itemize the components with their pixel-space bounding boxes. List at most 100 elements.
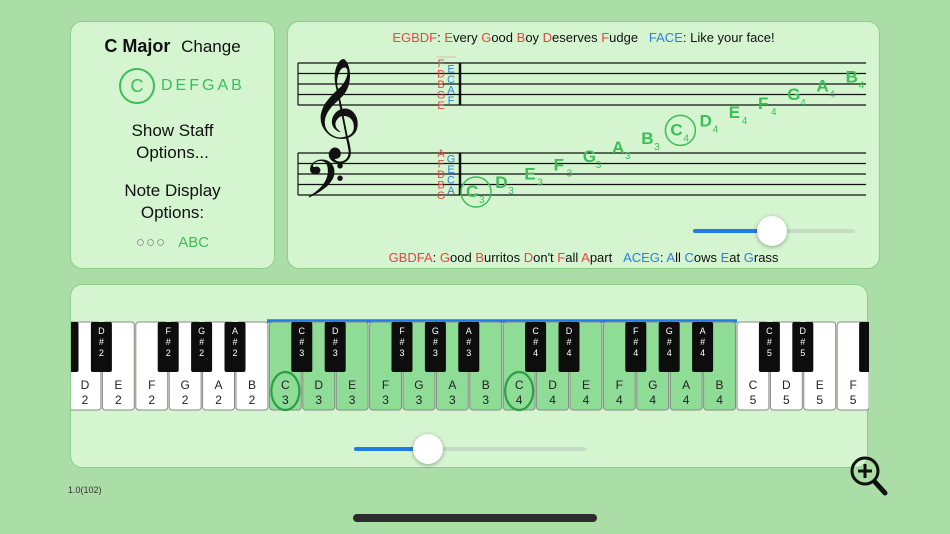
- black-key[interactable]: C#3: [291, 322, 313, 372]
- white-key-note: G: [180, 378, 189, 392]
- black-key-label: 4: [667, 348, 672, 358]
- white-key-octave: 4: [716, 393, 723, 407]
- black-key[interactable]: [71, 322, 79, 372]
- white-key-octave: 3: [449, 393, 456, 407]
- display-option-dots[interactable]: ○○○: [136, 234, 166, 251]
- key-name: C Major: [104, 36, 171, 56]
- note-display-line2: Options:: [140, 203, 205, 222]
- black-key-label: #: [433, 337, 438, 347]
- white-key-note: E: [582, 378, 590, 392]
- staff-note[interactable]: C3: [460, 176, 492, 208]
- scale-rest-notes: DEFGAB: [161, 77, 245, 94]
- staff-note-name: B: [846, 68, 858, 87]
- white-key-octave: 2: [82, 393, 89, 407]
- staff-note[interactable]: G3: [583, 147, 602, 171]
- white-key-octave: 4: [549, 393, 556, 407]
- piano-keyboard[interactable]: D2E2F2G2A2B2C3D3E3F3G3A3B3C4D4E4F4G4A4B4…: [71, 285, 869, 469]
- black-key[interactable]: C#5: [758, 322, 780, 372]
- black-key[interactable]: [859, 322, 869, 372]
- staff-note[interactable]: D3: [495, 173, 514, 197]
- black-key-label: #: [633, 337, 638, 347]
- black-key-label: A: [232, 326, 238, 336]
- white-key-note: F: [616, 378, 623, 392]
- white-key-note: C: [749, 378, 758, 392]
- black-key[interactable]: D#4: [558, 322, 580, 372]
- black-key[interactable]: A#3: [458, 322, 480, 372]
- treble-space-letter: F: [448, 95, 455, 107]
- bass-line-letter: G: [437, 190, 446, 202]
- note-display-line1: Note Display: [124, 181, 221, 200]
- white-key-note: F: [849, 378, 856, 392]
- bass-spaces-label: ACEG: [623, 250, 660, 265]
- staff-note-name: D: [495, 173, 507, 192]
- treble-line-letter: E: [437, 100, 444, 112]
- black-key[interactable]: G#3: [424, 322, 446, 372]
- black-key-label: 3: [333, 348, 338, 358]
- staff-note[interactable]: C4: [664, 114, 697, 147]
- black-key-label: 2: [166, 348, 171, 358]
- mnemonic-word-part: part: [589, 250, 613, 265]
- staff-scroll-slider[interactable]: [693, 216, 855, 246]
- version-label: 1.0(102): [68, 485, 102, 495]
- staff-note-name: G: [787, 85, 800, 104]
- black-key-label: G: [666, 326, 673, 336]
- white-key-octave: 2: [148, 393, 155, 407]
- white-key-octave: 3: [315, 393, 322, 407]
- white-key-octave: 3: [382, 393, 389, 407]
- staff-note-octave: 4: [800, 98, 806, 109]
- black-key-label: F: [399, 326, 405, 336]
- black-key[interactable]: A#4: [692, 322, 714, 372]
- staff-note-name: F: [554, 156, 564, 175]
- black-key-label: 3: [433, 348, 438, 358]
- display-option-abc[interactable]: ABC: [178, 234, 209, 251]
- staff-note-name: A: [816, 76, 828, 95]
- staff-note[interactable]: A3: [612, 138, 631, 162]
- white-key-octave: 2: [182, 393, 189, 407]
- black-key-label: 4: [633, 348, 638, 358]
- black-key[interactable]: D#3: [324, 322, 346, 372]
- black-key-label: 5: [767, 348, 772, 358]
- black-key[interactable]: G#2: [191, 322, 213, 372]
- white-key-note: G: [648, 378, 657, 392]
- black-key[interactable]: D#2: [90, 322, 112, 372]
- piano-scroll-slider[interactable]: [354, 434, 586, 464]
- black-key-label: 3: [466, 348, 471, 358]
- white-key-octave: 2: [115, 393, 122, 407]
- home-indicator[interactable]: [353, 514, 597, 522]
- black-key-label: #: [166, 337, 171, 347]
- black-key[interactable]: F#4: [625, 322, 647, 372]
- white-key-octave: 2: [249, 393, 256, 407]
- black-key-label: 4: [533, 348, 538, 358]
- staff-note[interactable]: A4: [816, 76, 835, 100]
- black-key[interactable]: G#4: [658, 322, 680, 372]
- white-key-note: B: [716, 378, 724, 392]
- staff-note[interactable]: B4: [846, 68, 865, 92]
- scale-notes: C DEFGAB: [119, 67, 245, 105]
- key-panel: C Major Change C DEFGAB Show Staff Optio…: [70, 21, 275, 269]
- black-key[interactable]: F#3: [391, 322, 413, 372]
- mnemonic-word-part: urritos: [483, 250, 524, 265]
- treble-clef-icon: 𝄞: [310, 56, 362, 164]
- staff-note[interactable]: D4: [700, 112, 719, 136]
- staff-note[interactable]: B3: [641, 129, 660, 153]
- staff-note[interactable]: E4: [729, 103, 748, 127]
- black-key-label: D: [98, 326, 105, 336]
- mnemonic-word-part: E: [720, 250, 730, 265]
- staff-note-name: A: [612, 138, 624, 157]
- black-key[interactable]: D#5: [792, 322, 814, 372]
- black-key[interactable]: A#2: [224, 322, 246, 372]
- staff-note-octave: 3: [625, 151, 631, 162]
- staff-note[interactable]: F3: [554, 156, 573, 180]
- mnemonic-word-part: B: [475, 250, 484, 265]
- black-key-label: #: [466, 337, 471, 347]
- staff-note[interactable]: F4: [758, 94, 777, 118]
- zoom-in-icon[interactable]: [849, 455, 889, 497]
- show-staff-options-button[interactable]: Show Staff Options...: [71, 120, 274, 164]
- black-key[interactable]: C#4: [525, 322, 547, 372]
- change-key-button[interactable]: Change: [181, 37, 241, 56]
- mnemonic-word-part: ood: [450, 250, 476, 265]
- black-key[interactable]: F#2: [157, 322, 179, 372]
- bass-lines-label: GBDFA: [388, 250, 433, 265]
- staff-note-octave: 4: [742, 116, 748, 127]
- mnemonic-word-part: at: [729, 250, 744, 265]
